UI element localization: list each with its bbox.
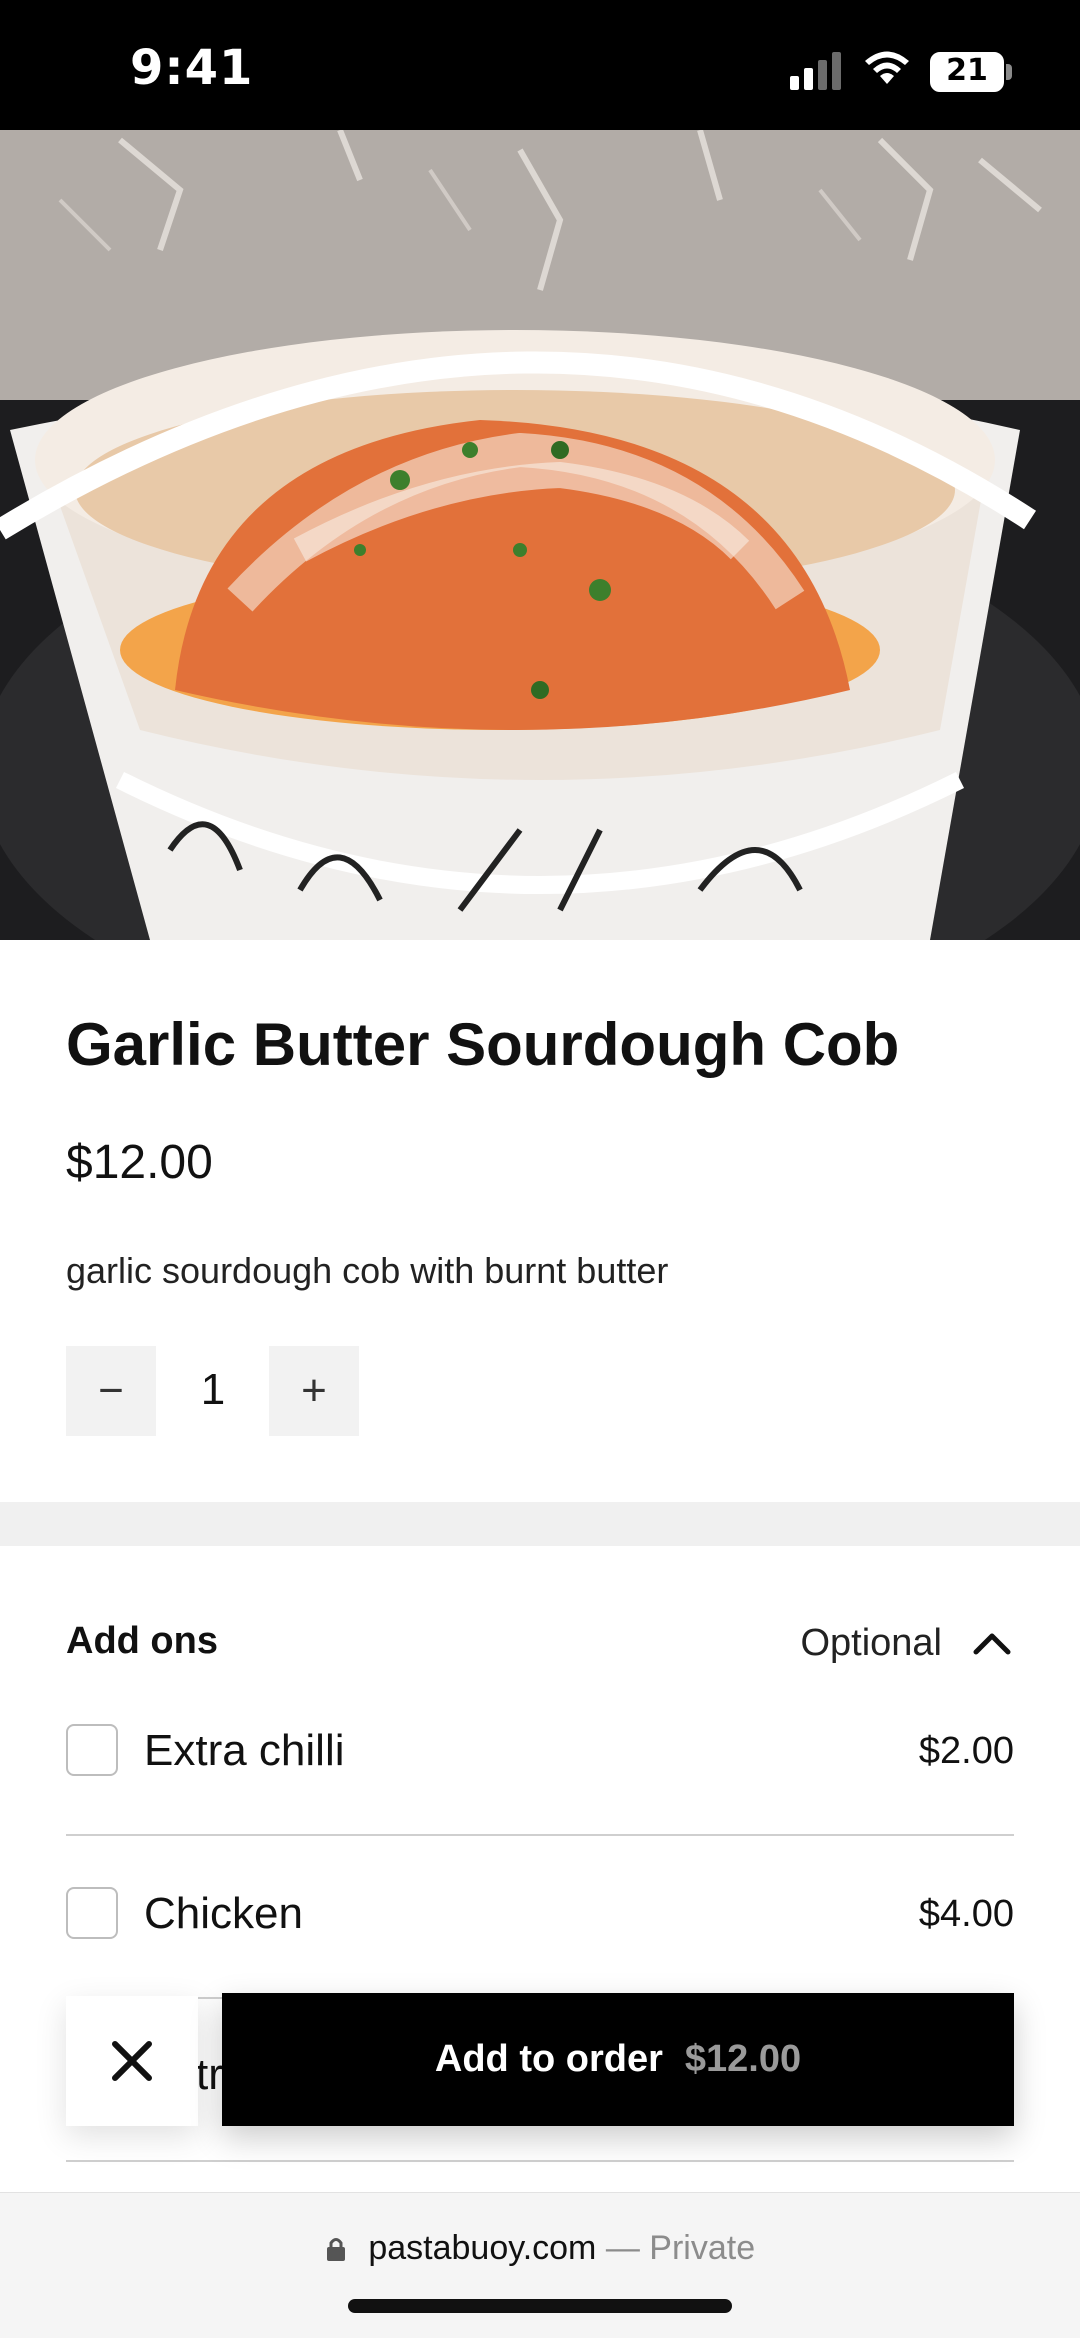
addons-title: Add ons xyxy=(66,1620,218,1662)
battery-icon: 21 xyxy=(930,52,1004,92)
quantity-increase-button[interactable]: + xyxy=(269,1346,359,1436)
close-icon xyxy=(112,2041,152,2081)
addon-checkbox[interactable] xyxy=(66,1724,118,1776)
url-domain: pastabuoy.com xyxy=(368,2229,597,2267)
product-price: $12.00 xyxy=(66,1136,213,1189)
plus-icon: + xyxy=(301,1366,327,1415)
battery-tip xyxy=(1006,64,1012,80)
row-separator xyxy=(66,1834,1014,1836)
product-image xyxy=(0,130,1080,940)
add-to-order-label: Add to order xyxy=(434,2038,663,2080)
url-private-label: — Private xyxy=(605,2229,756,2267)
wifi-icon xyxy=(865,51,909,84)
url-display[interactable]: pastabuoy.com — Private xyxy=(0,2229,1080,2268)
battery-level: 21 xyxy=(946,53,988,88)
row-separator xyxy=(66,2160,1014,2162)
quantity-decrease-button[interactable]: − xyxy=(66,1346,156,1436)
addon-option-chicken[interactable]: Chicken $4.00 xyxy=(66,1865,1014,1965)
quantity-value: 1 xyxy=(200,1365,226,1414)
addon-price: $2.00 xyxy=(918,1730,1014,1772)
addon-option-extra-chilli[interactable]: Extra chilli $2.00 xyxy=(66,1702,1014,1802)
addon-checkbox[interactable] xyxy=(66,1887,118,1939)
lock-icon xyxy=(326,2238,345,2261)
status-time: 9:41 xyxy=(130,40,254,96)
minus-icon: − xyxy=(98,1366,124,1415)
addon-label-partial: tr xyxy=(196,2050,223,2099)
addons-optional-label[interactable]: Optional xyxy=(800,1622,942,1665)
close-button[interactable] xyxy=(66,1996,198,2126)
home-indicator[interactable] xyxy=(348,2299,732,2313)
addon-label: Extra chilli xyxy=(144,1726,345,1775)
signal-icon xyxy=(790,52,844,90)
addon-price: $4.00 xyxy=(918,1893,1014,1935)
product-title: Garlic Butter Sourdough Cob xyxy=(66,1011,900,1078)
status-bar: 9:41 21 xyxy=(0,0,1080,130)
addon-label: Chicken xyxy=(144,1889,303,1938)
section-divider xyxy=(0,1502,1080,1546)
browser-address-bar[interactable]: pastabuoy.com — Private xyxy=(0,2192,1080,2338)
product-description: garlic sourdough cob with burnt butter xyxy=(66,1250,669,1291)
chevron-up-icon[interactable] xyxy=(972,1628,1012,1658)
add-to-order-price: $12.00 xyxy=(684,2038,802,2080)
add-to-order-button[interactable]: Add to order $12.00 xyxy=(222,1993,1014,2126)
